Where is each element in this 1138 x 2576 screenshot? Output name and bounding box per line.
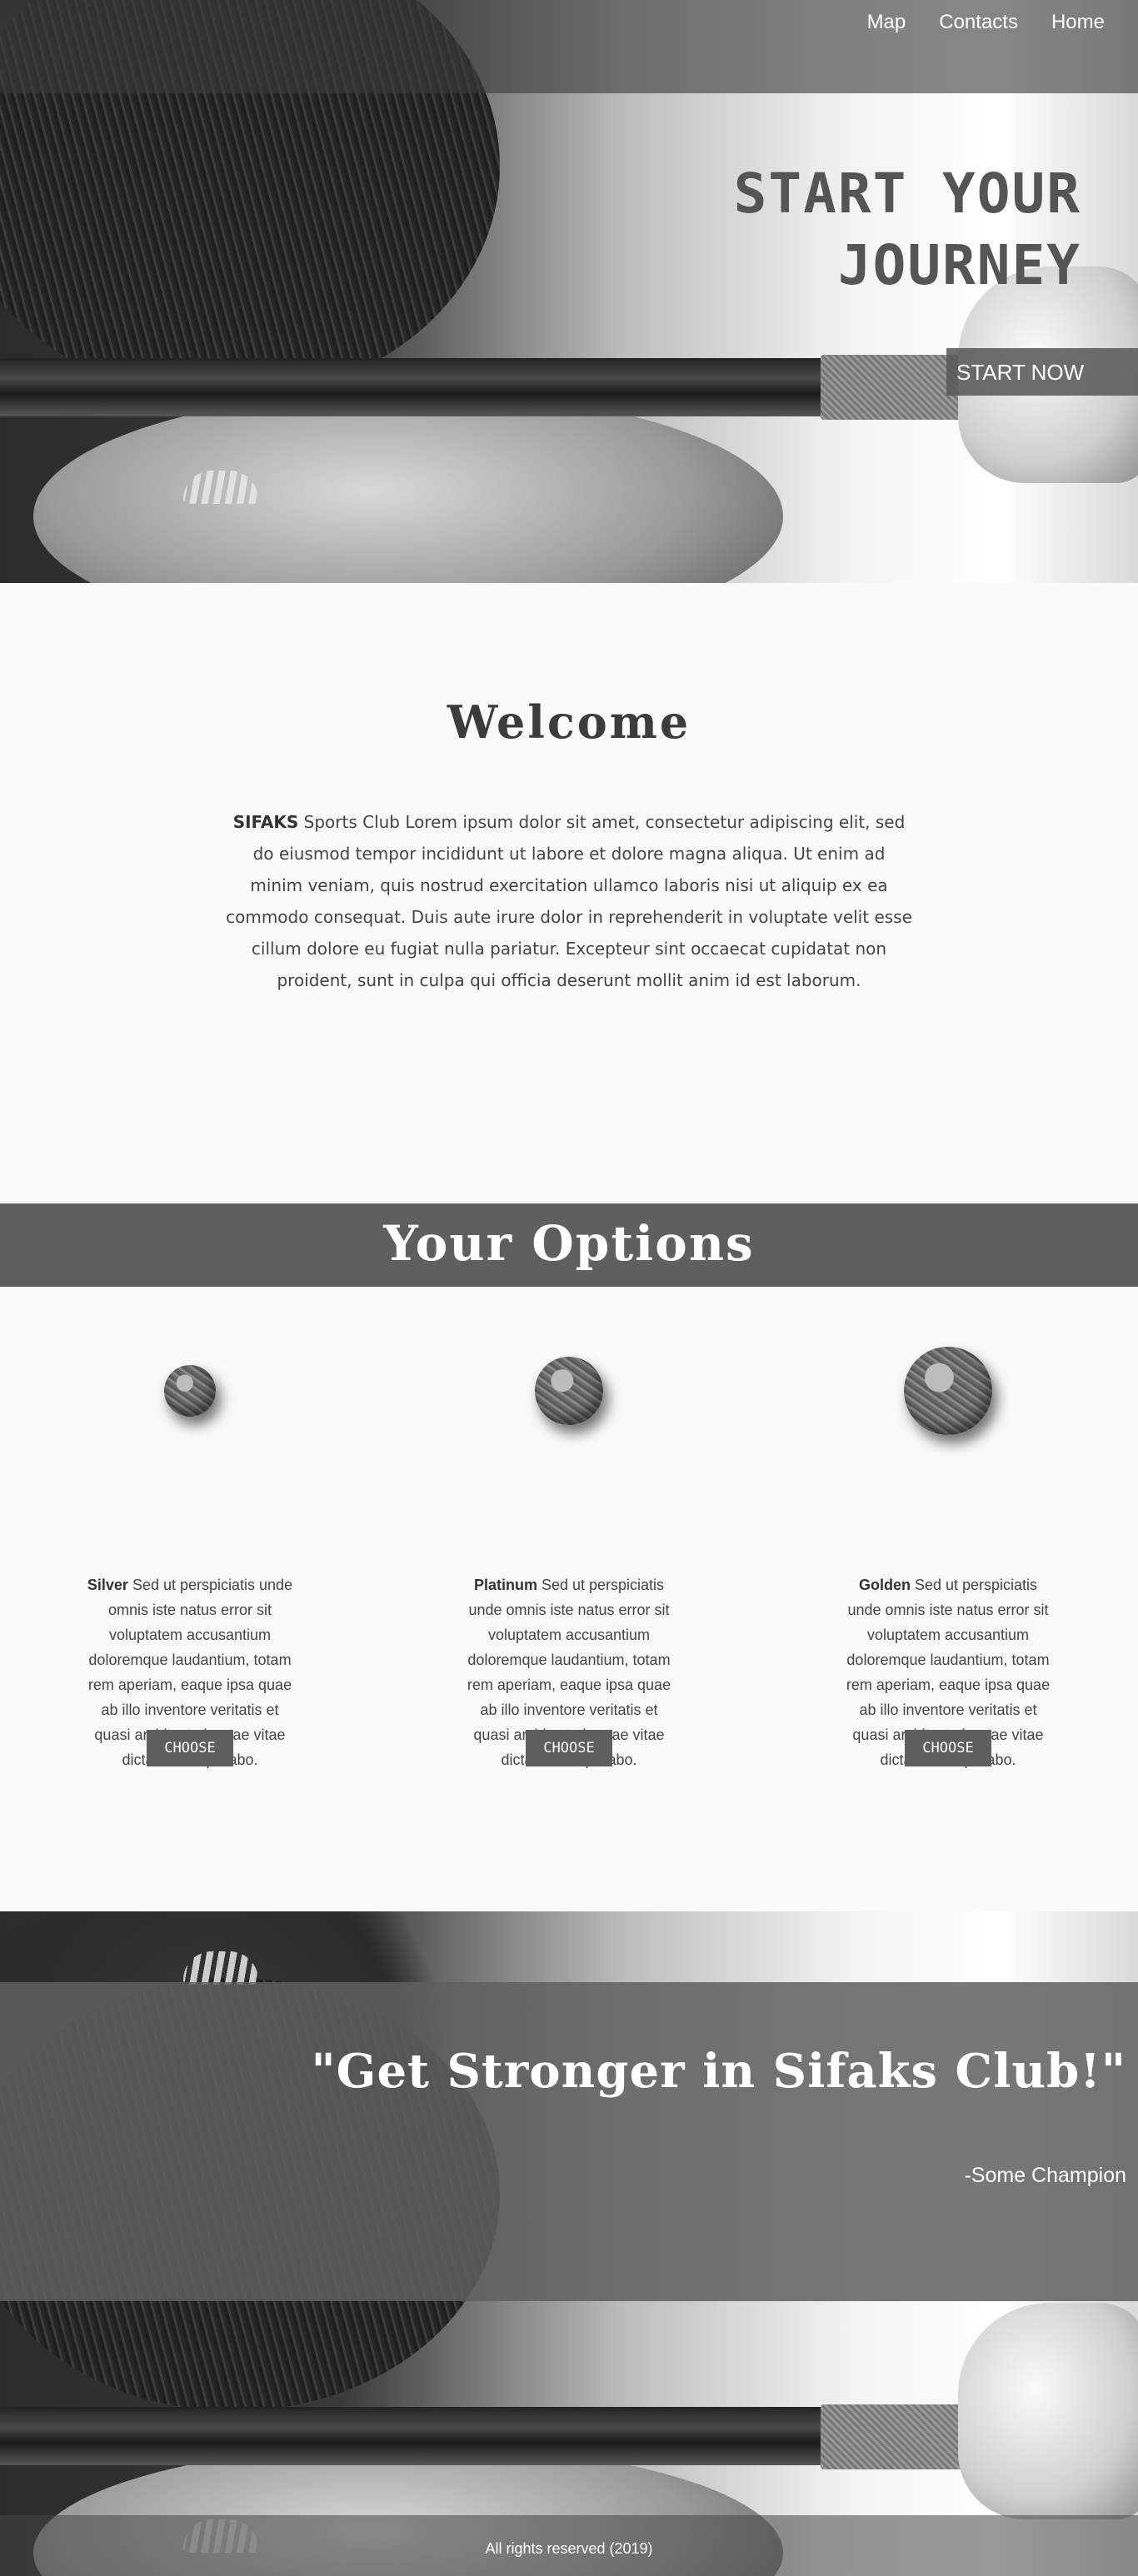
plan-card-silver: Silver Sed ut perspiciatis unde omnis is… xyxy=(82,1333,298,1772)
quote-panel: "Get Stronger in Sifaks Club!" -Some Cha… xyxy=(0,1982,1138,2301)
plan-name: Platinum xyxy=(473,1577,537,1593)
nav-link-map[interactable]: Map xyxy=(851,10,923,35)
hero-title-line-2: JOURNEY xyxy=(837,233,1081,297)
top-nav: Map Contacts Home xyxy=(0,0,1138,93)
footer: All rights reserved (2019) xyxy=(0,2515,1138,2576)
nav-link-home[interactable]: Home xyxy=(1035,10,1121,35)
welcome-body: Sports Club Lorem ipsum dolor sit amet, … xyxy=(226,812,912,990)
hero-title: START YOUR JOURNEY xyxy=(498,158,1081,301)
quote-text: "Get Stronger in Sifaks Club!" xyxy=(311,2044,1126,2099)
plan-icon-wrap xyxy=(840,1333,1056,1449)
quote-author: -Some Champion xyxy=(964,2164,1126,2187)
nav-link-contacts[interactable]: Contacts xyxy=(922,10,1035,35)
hero-title-line-1: START YOUR xyxy=(733,162,1081,226)
plan-name: Golden xyxy=(858,1577,911,1593)
plan-card-platinum: Platinum Sed ut perspiciatis unde omnis … xyxy=(461,1333,677,1772)
plan-name: Silver xyxy=(87,1577,128,1593)
plan-icon-wrap xyxy=(82,1333,298,1449)
quote-hand-shape xyxy=(958,2303,1138,2519)
nav-links: Map Contacts Home xyxy=(851,10,1121,35)
medal-icon xyxy=(164,1365,216,1417)
plan-card-golden: Golden Sed ut perspiciatis unde omnis is… xyxy=(840,1333,1056,1772)
choose-silver-button[interactable]: CHOOSE xyxy=(147,1730,233,1766)
footer-copyright: All rights reserved (2019) xyxy=(485,2540,653,2557)
quote-shirt-logo-top xyxy=(183,1951,258,1985)
start-now-button[interactable]: START NOW xyxy=(946,348,1138,396)
choose-platinum-button[interactable]: CHOOSE xyxy=(526,1730,612,1766)
welcome-brand: SIFAKS xyxy=(232,812,299,832)
medal-icon xyxy=(904,1347,992,1435)
plan-icon-wrap xyxy=(461,1333,677,1449)
welcome-title: Welcome xyxy=(447,695,691,749)
options-header-band: Your Options xyxy=(0,1203,1138,1287)
hero-shoulder-shape xyxy=(33,391,783,583)
options-title: Your Options xyxy=(383,1215,755,1272)
choose-golden-button[interactable]: CHOOSE xyxy=(905,1730,991,1766)
medal-icon xyxy=(535,1357,603,1425)
welcome-paragraph: SIFAKS Sports Club Lorem ipsum dolor sit… xyxy=(225,806,913,996)
